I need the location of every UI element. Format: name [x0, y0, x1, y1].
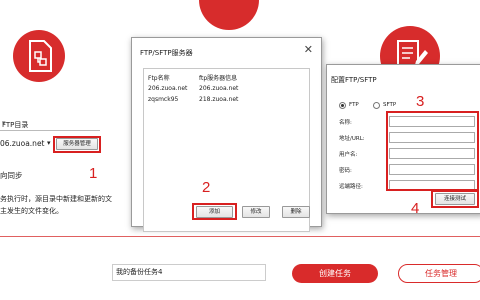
- annotation-frame-3: [386, 111, 479, 191]
- sftp-radio[interactable]: [373, 102, 380, 109]
- add-server-button[interactable]: 添加: [196, 206, 233, 218]
- edit-server-button[interactable]: 修改: [242, 206, 270, 218]
- name-label: 名称:: [339, 120, 352, 126]
- list-item[interactable]: zqsmck95 218.zuoa.net: [148, 96, 308, 106]
- document-icon-circle: [13, 30, 65, 82]
- list-header: Ftp名称 ftp服务器信息: [148, 73, 308, 83]
- remote-path-label: 远端路径:: [339, 184, 363, 190]
- annotation-number-3: 3: [416, 93, 425, 110]
- sftp-radio-label: SFTP: [383, 102, 397, 108]
- sync-mode-label: 向同步: [0, 171, 23, 180]
- ftp-radio-label: FTP: [349, 102, 359, 108]
- server-name: zqsmck95: [148, 96, 179, 103]
- list-item[interactable]: 206.zuoa.net 206.zuoa.net: [148, 85, 308, 95]
- description-line-1: 务执行时，源目录中新建和更新的文: [0, 195, 112, 203]
- task-manage-button[interactable]: 任务管理: [398, 264, 480, 283]
- dialog-title: FTP/SFTP服务器: [140, 49, 193, 57]
- sync-icon-circle: [199, 0, 259, 30]
- document-icon: [29, 40, 52, 72]
- divider-line: [0, 236, 480, 237]
- close-icon[interactable]: ✕: [304, 43, 313, 56]
- server-info: 206.zuoa.net: [199, 85, 239, 92]
- server-name: 206.zuoa.net: [148, 85, 188, 92]
- username-label: 用户名:: [339, 152, 358, 158]
- ftp-radio[interactable]: [339, 102, 346, 109]
- annotation-number-1: 1: [89, 165, 98, 182]
- server-select-value[interactable]: 06.zuoa.net: [0, 139, 45, 148]
- server-manage-button[interactable]: 服务器管理: [56, 138, 98, 150]
- description-line-2: 主发生的文件变化。: [0, 207, 63, 215]
- delete-server-button[interactable]: 删除: [282, 206, 310, 218]
- server-info: 218.zuoa.net: [199, 96, 239, 103]
- annotation-number-4: 4: [411, 200, 420, 217]
- column-header-info: ftp服务器信息: [199, 75, 238, 82]
- task-name-input[interactable]: 我的备份任务4: [112, 264, 266, 281]
- annotation-number-2: 2: [202, 179, 211, 196]
- dialog-title: 配置FTP/SFTP: [331, 76, 377, 84]
- ftp-dir-select[interactable]: FTP目录 ▾: [0, 118, 100, 131]
- create-task-button[interactable]: 创建任务: [292, 264, 378, 283]
- connection-test-button[interactable]: 连接测试: [435, 193, 475, 205]
- ftp-server-dialog: FTP/SFTP服务器 ✕ Ftp名称 ftp服务器信息 206.zuoa.ne…: [131, 37, 322, 232]
- chevron-down-icon: ▾: [47, 139, 51, 147]
- password-label: 密码:: [339, 168, 352, 174]
- address-label: 地址/URL:: [339, 136, 365, 142]
- column-header-name: Ftp名称: [148, 75, 170, 82]
- chevron-down-icon: ▾: [2, 119, 6, 127]
